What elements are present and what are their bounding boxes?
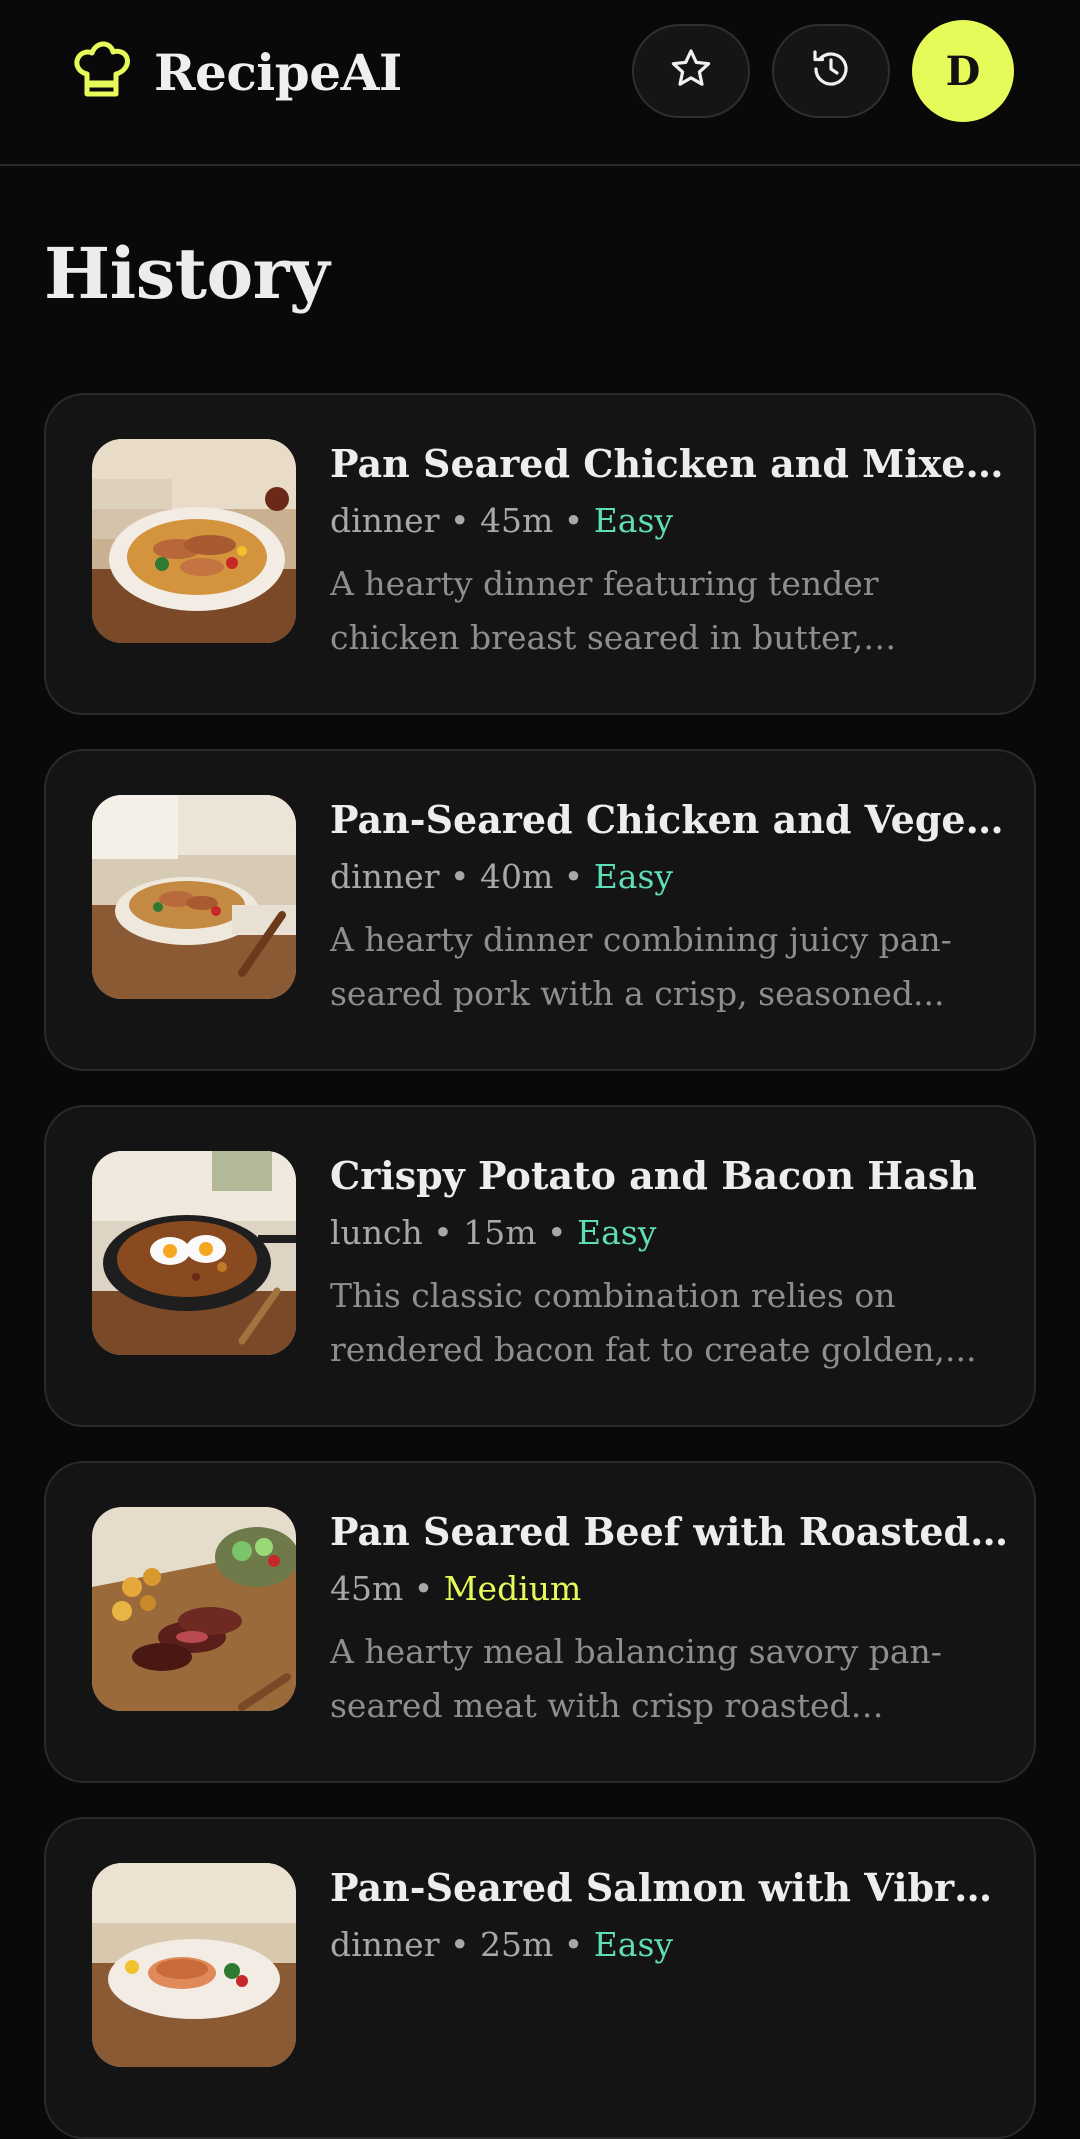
recipe-thumbnail bbox=[92, 1151, 296, 1355]
recipe-meta: dinner • 45m • Easy bbox=[330, 501, 674, 540]
star-icon bbox=[669, 47, 713, 95]
recipe-card[interactable]: Pan-Seared Chicken and Vegeta... dinner … bbox=[44, 749, 1036, 1071]
recipe-difficulty: Easy bbox=[593, 501, 674, 540]
recipe-title: Pan-Seared Salmon with Vibra... bbox=[330, 1865, 1010, 1910]
recipe-card[interactable]: Pan Seared Beef with Roasted ... 45m • M… bbox=[44, 1461, 1036, 1783]
history-clock-icon bbox=[809, 47, 853, 95]
recipe-card[interactable]: Crispy Potato and Bacon Hash lunch • 15m… bbox=[44, 1105, 1036, 1427]
recipe-card[interactable]: Pan-Seared Salmon with Vibra... dinner •… bbox=[44, 1817, 1036, 2139]
recipe-time: 45m bbox=[330, 1569, 404, 1608]
recipe-card[interactable]: Pan Seared Chicken and Mixed... dinner •… bbox=[44, 393, 1036, 715]
recipe-meta: 45m • Medium bbox=[330, 1569, 582, 1608]
recipe-time: 40m bbox=[479, 857, 554, 896]
recipe-difficulty: Easy bbox=[593, 1925, 674, 1964]
recipe-thumbnail bbox=[92, 795, 296, 999]
recipe-category: dinner bbox=[330, 857, 440, 896]
recipe-category: dinner bbox=[330, 501, 440, 540]
recipe-title: Pan Seared Beef with Roasted ... bbox=[330, 1509, 1010, 1554]
app-logo[interactable]: RecipeAI bbox=[70, 38, 402, 106]
recipe-category: lunch bbox=[330, 1213, 423, 1252]
chef-hat-icon bbox=[70, 39, 132, 105]
app-name: RecipeAI bbox=[154, 42, 402, 102]
recipe-thumbnail bbox=[92, 439, 296, 643]
recipe-time: 15m bbox=[463, 1213, 537, 1252]
recipe-time: 45m bbox=[479, 501, 554, 540]
page-title: History bbox=[44, 232, 330, 315]
recipe-difficulty: Easy bbox=[577, 1213, 657, 1252]
recipe-meta: dinner • 40m • Easy bbox=[330, 857, 674, 896]
recipe-thumbnail bbox=[92, 1863, 296, 2067]
history-button[interactable] bbox=[772, 24, 890, 118]
app-header: RecipeAI D bbox=[0, 0, 1080, 166]
recipe-description: A hearty meal balancing savory pan-seare… bbox=[330, 1632, 942, 1725]
recipe-meta: dinner • 25m • Easy bbox=[330, 1925, 674, 1964]
recipe-difficulty: Easy bbox=[593, 857, 674, 896]
favorites-button[interactable] bbox=[632, 24, 750, 118]
recipe-thumbnail bbox=[92, 1507, 296, 1711]
recipe-title: Pan Seared Chicken and Mixed... bbox=[330, 441, 1010, 486]
recipe-time: 25m bbox=[479, 1925, 554, 1964]
recipe-description: A hearty dinner featuring tender chicken… bbox=[330, 564, 879, 657]
recipe-title: Pan-Seared Chicken and Vegeta... bbox=[330, 797, 1010, 842]
recipe-description: This classic combination relies on rende… bbox=[330, 1276, 977, 1369]
user-avatar[interactable]: D bbox=[912, 20, 1014, 122]
recipe-title: Crispy Potato and Bacon Hash bbox=[330, 1153, 977, 1198]
recipe-category: dinner bbox=[330, 1925, 440, 1964]
recipe-meta: lunch • 15m • Easy bbox=[330, 1213, 657, 1252]
recipe-difficulty: Medium bbox=[443, 1569, 582, 1608]
recipe-description: A hearty dinner combining juicy pan-sear… bbox=[330, 920, 952, 1013]
